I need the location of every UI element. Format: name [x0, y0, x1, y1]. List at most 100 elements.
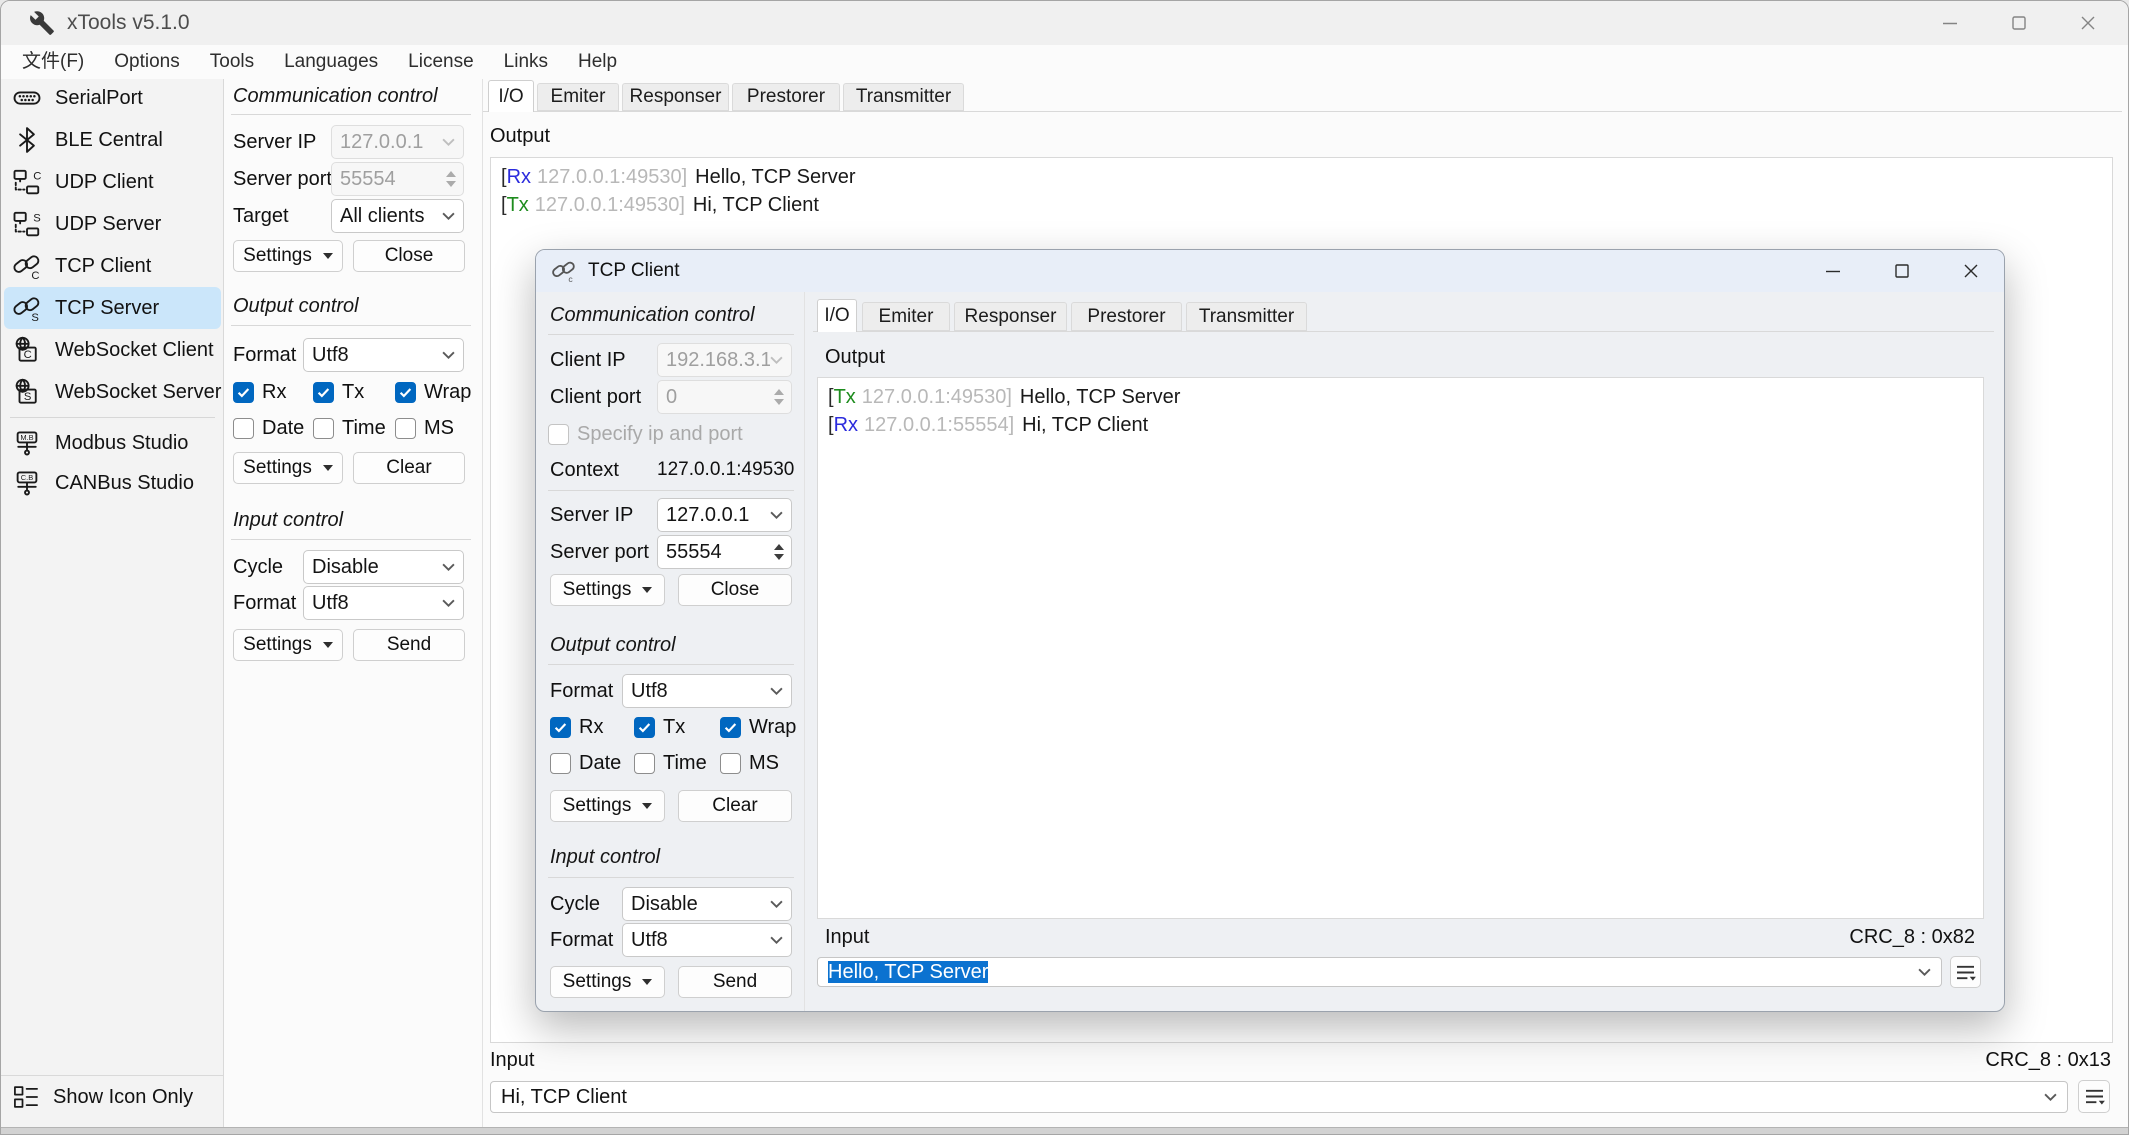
- chevron-down-icon: [442, 563, 455, 571]
- time-checkbox[interactable]: Time: [313, 415, 386, 441]
- output-settings-button[interactable]: Settings: [550, 790, 665, 822]
- tx-checkbox[interactable]: Tx: [634, 714, 685, 740]
- child-minimize-button[interactable]: [1810, 255, 1856, 287]
- output-format-combobox[interactable]: Utf8: [622, 674, 792, 708]
- sidebar-item-udp-client[interactable]: C UDP Client: [4, 161, 221, 203]
- tab-emiter[interactable]: Emiter: [862, 302, 950, 331]
- input-settings-button[interactable]: Settings: [550, 966, 665, 998]
- tab-prestorer[interactable]: Prestorer: [732, 83, 840, 111]
- section-heading-input: Input control: [550, 846, 660, 869]
- spinner-arrows-icon[interactable]: [771, 544, 787, 560]
- send-input-combobox[interactable]: Hello, TCP Server: [817, 957, 1942, 987]
- section-heading-communication: Communication control: [550, 304, 755, 327]
- sidebar-item-tcp-client[interactable]: C TCP Client: [4, 245, 221, 287]
- output-settings-button[interactable]: Settings: [233, 452, 343, 484]
- canbus-icon: C.B: [12, 468, 42, 498]
- tx-checkbox[interactable]: Tx: [313, 379, 364, 405]
- show-icon-only-toggle[interactable]: Show Icon Only: [1, 1075, 224, 1118]
- sidebar-item-udp-server[interactable]: S UDP Server: [4, 203, 221, 245]
- server-ip-combobox[interactable]: 127.0.0.1: [657, 498, 792, 532]
- input-format-combobox[interactable]: Utf8: [622, 923, 792, 957]
- menu-item-file[interactable]: 文件(F): [7, 45, 99, 79]
- menu-item-options[interactable]: Options: [99, 45, 194, 79]
- send-input-combobox[interactable]: Hi, TCP Client: [490, 1081, 2068, 1113]
- comm-settings-button[interactable]: Settings: [233, 240, 343, 272]
- menu-item-license[interactable]: License: [393, 45, 489, 79]
- cycle-combobox[interactable]: Disable: [622, 887, 792, 921]
- sidebar-item-serialport[interactable]: SerialPort: [4, 77, 221, 119]
- rx-checkbox[interactable]: Rx: [233, 379, 286, 405]
- clear-button[interactable]: Clear: [678, 790, 792, 822]
- checkbox-label: Time: [342, 417, 386, 440]
- menu-item-help[interactable]: Help: [563, 45, 632, 79]
- date-checkbox[interactable]: Date: [550, 750, 621, 776]
- tab-io[interactable]: I/O: [488, 80, 534, 112]
- server-ip-label: Server IP: [233, 125, 316, 159]
- rx-checkbox[interactable]: Rx: [550, 714, 603, 740]
- close-server-button[interactable]: Close: [353, 240, 465, 272]
- server-port-spinbox[interactable]: 55554: [331, 162, 464, 196]
- chevron-down-icon: [770, 900, 783, 908]
- date-checkbox[interactable]: Date: [233, 415, 304, 441]
- specify-ip-port-checkbox[interactable]: Specify ip and port: [548, 421, 743, 447]
- output-textarea[interactable]: [Tx127.0.0.1:49530]Hello, TCP Server [Rx…: [817, 377, 1984, 919]
- server-ip-combobox[interactable]: 127.0.0.1: [331, 125, 464, 159]
- tcp-client-icon: C: [12, 251, 42, 281]
- input-settings-button[interactable]: Settings: [233, 629, 343, 661]
- ms-checkbox[interactable]: MS: [720, 750, 779, 776]
- crc-value: CRC_8 : 0x82: [1849, 922, 1975, 952]
- send-button[interactable]: Send: [678, 966, 792, 998]
- child-maximize-button[interactable]: [1879, 255, 1925, 287]
- close-connection-button[interactable]: Close: [678, 574, 792, 606]
- tab-prestorer[interactable]: Prestorer: [1071, 302, 1182, 331]
- ms-checkbox[interactable]: MS: [395, 415, 454, 441]
- menu-item-tools[interactable]: Tools: [195, 45, 269, 79]
- tab-emiter[interactable]: Emiter: [537, 83, 619, 111]
- sidebar-item-websocket-client[interactable]: C WebSocket Client: [4, 329, 221, 371]
- chevron-down-icon: [2044, 1093, 2057, 1101]
- close-button[interactable]: [2055, 5, 2121, 41]
- tab-transmitter[interactable]: Transmitter: [1186, 302, 1307, 331]
- target-combobox[interactable]: All clients: [331, 199, 464, 233]
- chevron-down-icon: [442, 599, 455, 607]
- output-format-combobox[interactable]: Utf8: [303, 338, 464, 372]
- checkbox-checked-icon: [233, 382, 254, 403]
- clear-button[interactable]: Clear: [353, 452, 465, 484]
- target-label: Target: [233, 199, 289, 233]
- comm-settings-button[interactable]: Settings: [550, 574, 665, 606]
- tab-responser[interactable]: Responser: [622, 83, 729, 111]
- splitter-handle[interactable]: [482, 79, 483, 1127]
- spinner-arrows-icon[interactable]: [443, 171, 459, 187]
- client-port-spinbox[interactable]: 0: [657, 380, 792, 414]
- checkbox-unchecked-icon: [720, 753, 741, 774]
- input-menu-button[interactable]: [1950, 956, 1981, 988]
- client-ip-combobox[interactable]: 192.168.3.10: [657, 343, 792, 377]
- maximize-button[interactable]: [1986, 5, 2052, 41]
- chevron-down-icon: [770, 511, 783, 519]
- minimize-button[interactable]: [1917, 5, 1983, 41]
- sidebar-item-modbus-studio[interactable]: M.B Modbus Studio: [4, 423, 221, 463]
- sidebar-item-label: Modbus Studio: [55, 432, 188, 455]
- sidebar-item-websocket-server[interactable]: S WebSocket Server: [4, 371, 221, 413]
- sidebar-item-canbus-studio[interactable]: C.B CANBus Studio: [4, 463, 221, 503]
- server-port-spinbox[interactable]: 55554: [657, 535, 792, 569]
- tab-responser[interactable]: Responser: [954, 302, 1067, 331]
- tab-transmitter[interactable]: Transmitter: [843, 83, 964, 111]
- cycle-combobox[interactable]: Disable: [303, 550, 464, 584]
- tab-io[interactable]: I/O: [817, 299, 857, 332]
- send-button[interactable]: Send: [353, 629, 465, 661]
- wrap-checkbox[interactable]: Wrap: [395, 379, 471, 405]
- menu-item-links[interactable]: Links: [489, 45, 563, 79]
- input-menu-button[interactable]: [2078, 1080, 2110, 1113]
- wrap-checkbox[interactable]: Wrap: [720, 714, 796, 740]
- child-close-button[interactable]: [1948, 255, 1994, 287]
- input-format-combobox[interactable]: Utf8: [303, 586, 464, 620]
- menu-item-languages[interactable]: Languages: [269, 45, 393, 79]
- chevron-down-icon: [770, 687, 783, 695]
- splitter-handle[interactable]: [804, 292, 805, 1012]
- time-checkbox[interactable]: Time: [634, 750, 707, 776]
- sidebar-item-ble-central[interactable]: BLE Central: [4, 119, 221, 161]
- sidebar-item-tcp-server[interactable]: S TCP Server: [4, 287, 221, 329]
- spinner-arrows-icon[interactable]: [771, 389, 787, 405]
- checkbox-unchecked-icon: [550, 753, 571, 774]
